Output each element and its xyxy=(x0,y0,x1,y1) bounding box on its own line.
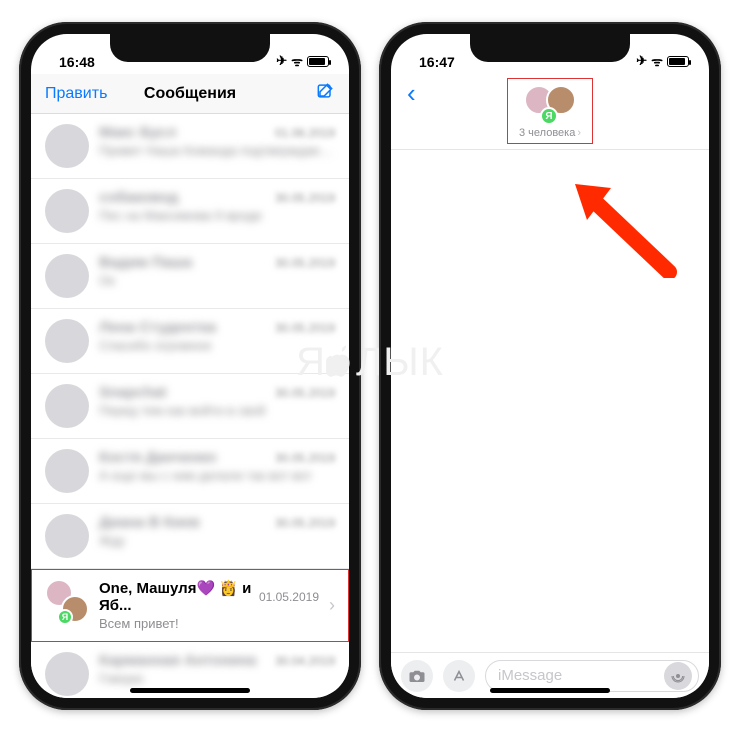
date: 30.05.2019 xyxy=(275,321,335,335)
contact-name: собаковод xyxy=(99,189,178,206)
avatar xyxy=(45,254,89,298)
date: 30.04.2019 xyxy=(275,654,335,668)
chevron-right-icon: › xyxy=(577,127,581,139)
message-preview: Ок xyxy=(99,273,335,288)
home-indicator[interactable] xyxy=(130,688,250,693)
list-item[interactable]: Костя Данченко 30.05.2019 А еще мы с ним … xyxy=(31,439,349,504)
wifi-icon: ᯤ xyxy=(291,52,303,70)
contact-name: Вадим Паша xyxy=(99,254,192,271)
group-avatar: Я xyxy=(45,579,89,623)
back-button[interactable]: ‹ xyxy=(401,80,416,106)
message-input[interactable]: iMessage xyxy=(485,660,699,692)
audio-record-button[interactable] xyxy=(664,662,692,690)
airplane-icon: ✈ xyxy=(636,53,647,69)
group-badge: Я xyxy=(540,107,558,125)
message-placeholder: iMessage xyxy=(498,667,562,684)
date: 30.05.2019 xyxy=(275,256,335,270)
group-header-button[interactable]: Я 3 человека› xyxy=(507,78,593,144)
contact-name: Snapchat xyxy=(99,384,167,401)
date: 01.06.2019 xyxy=(275,126,335,140)
message-preview: Всем привет! xyxy=(99,616,319,631)
date: 30.05.2019 xyxy=(275,451,335,465)
home-indicator[interactable] xyxy=(490,688,610,693)
camera-button[interactable] xyxy=(401,660,433,692)
conversation-list[interactable]: Макс Бусл 01.06.2019 Привет Наша Команда … xyxy=(31,114,349,698)
group-name: One, Машуля💜 👸 и Яб... xyxy=(99,579,259,614)
message-preview: Спасибо огромное xyxy=(99,338,335,353)
conversation-body[interactable] xyxy=(391,150,709,652)
date: 30.05.2019 xyxy=(275,386,335,400)
phone-right: 16:47 ✈ ᯤ ‹ Я 3 человека› xyxy=(379,22,721,710)
group-avatar: Я xyxy=(510,83,590,123)
list-item[interactable]: Snapchat 30.05.2019 Перед тем как войти в… xyxy=(31,374,349,439)
avatar xyxy=(45,319,89,363)
notch xyxy=(110,34,270,62)
date: 01.05.2019 xyxy=(259,590,319,604)
list-item[interactable]: собаковод 30.05.2019 Пес на Максимова 9 в… xyxy=(31,179,349,244)
avatar xyxy=(45,652,89,696)
message-preview: Говорю xyxy=(99,671,335,686)
conversation-header: ‹ Я 3 человека› xyxy=(391,74,709,150)
date: 30.05.2019 xyxy=(275,516,335,530)
battery-icon xyxy=(667,56,689,67)
message-preview: Перед тем как войти в свой xyxy=(99,403,335,418)
status-time: 16:47 xyxy=(419,54,455,70)
message-preview: Жду xyxy=(99,533,335,548)
chevron-right-icon: › xyxy=(329,595,335,616)
group-badge: Я xyxy=(57,609,73,625)
apps-button[interactable] xyxy=(443,660,475,692)
battery-icon xyxy=(307,56,329,67)
contact-name: Макс Бусл xyxy=(99,124,176,141)
avatar xyxy=(45,384,89,428)
message-preview: Привет Наша Команда подтверждает ваш... xyxy=(99,143,335,158)
list-item[interactable]: Лена Студентка 30.05.2019 Спасибо огромно… xyxy=(31,309,349,374)
airplane-icon: ✈ xyxy=(276,53,287,69)
notch xyxy=(470,34,630,62)
message-preview: А еще мы с ним делали так вот вот xyxy=(99,468,335,483)
contact-name: Костя Данченко xyxy=(99,449,216,466)
contact-name: Лена Студентка xyxy=(99,319,216,336)
avatar xyxy=(45,449,89,493)
phone-left: 16:48 ✈ ᯤ Править Сообщения xyxy=(19,22,361,710)
list-item[interactable]: Вадим Паша 30.05.2019 Ок xyxy=(31,244,349,309)
contact-name: Карманная Антонина xyxy=(99,652,256,669)
participants-label: 3 человека xyxy=(519,127,575,139)
navigation-bar: Править Сообщения xyxy=(31,74,349,114)
date: 30.05.2019 xyxy=(275,191,335,205)
list-item[interactable]: Макс Бусл 01.06.2019 Привет Наша Команда … xyxy=(31,114,349,179)
avatar xyxy=(45,189,89,233)
status-time: 16:48 xyxy=(59,54,95,70)
list-item[interactable]: Диана В Киев 30.05.2019 Жду xyxy=(31,504,349,569)
wifi-icon: ᯤ xyxy=(651,52,663,70)
avatar xyxy=(45,514,89,558)
message-preview: Пес на Максимова 9 вроде xyxy=(99,208,335,223)
group-conversation-item[interactable]: Я One, Машуля💜 👸 и Яб... 01.05.2019 Всем… xyxy=(31,569,349,642)
nav-title: Сообщения xyxy=(31,85,349,103)
contact-name: Диана В Киев xyxy=(99,514,200,531)
avatar xyxy=(45,124,89,168)
